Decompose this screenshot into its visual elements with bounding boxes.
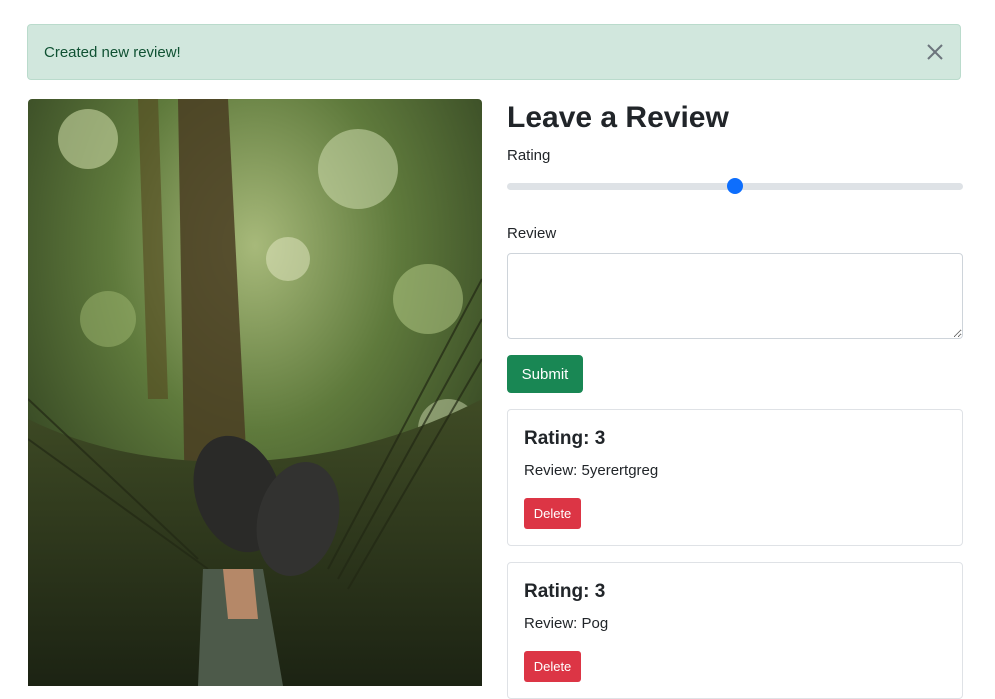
review-card: Rating: 3 Review: Pog Delete	[507, 562, 963, 699]
review-rating: Rating: 3	[524, 428, 606, 449]
submit-button[interactable]: Submit	[507, 355, 583, 393]
review-rating: Rating: 3	[524, 581, 606, 602]
close-icon[interactable]	[924, 41, 946, 63]
review-text: Review: Pog	[524, 615, 609, 632]
review-card: Rating: 3 Review: 5yerertgreg Delete	[507, 409, 963, 546]
success-alert: Created new review!	[27, 24, 961, 80]
delete-button[interactable]: Delete	[524, 651, 581, 682]
alert-message: Created new review!	[44, 44, 181, 61]
review-text: Review: 5yerertgreg	[524, 462, 659, 479]
review-textarea[interactable]	[507, 253, 963, 339]
campground-photo	[28, 99, 482, 686]
rating-label: Rating	[507, 147, 551, 164]
review-label: Review	[507, 225, 557, 242]
form-heading: Leave a Review	[507, 101, 729, 134]
rating-slider[interactable]	[507, 178, 963, 194]
rating-slider-thumb[interactable]	[727, 178, 743, 194]
delete-button[interactable]: Delete	[524, 498, 581, 529]
